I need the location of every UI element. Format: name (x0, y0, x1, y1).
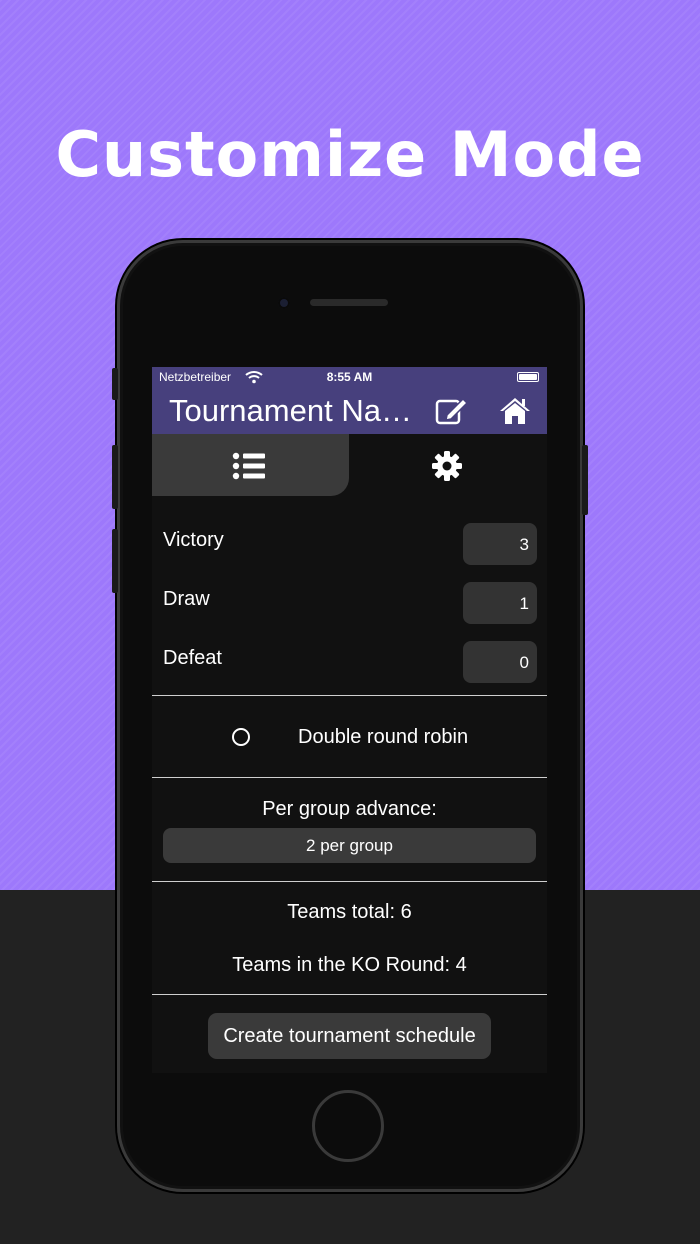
headline: Customize Mode (55, 118, 645, 191)
draw-label: Draw (163, 588, 210, 610)
volume-down-button (112, 529, 118, 593)
list-icon (232, 452, 265, 480)
power-button (582, 445, 588, 515)
clock: 8:55 AM (326, 370, 373, 384)
page-title: Tournament Na… (169, 393, 412, 428)
home-button[interactable] (312, 1090, 384, 1162)
earpiece-speaker (310, 299, 388, 306)
divider (152, 695, 547, 696)
home-icon[interactable] (499, 396, 531, 426)
advance-label: Per group advance: (262, 798, 437, 820)
silent-switch (112, 368, 118, 400)
defeat-points-field[interactable]: 0 (463, 641, 537, 683)
defeat-label: Defeat (163, 647, 222, 669)
front-camera (278, 297, 290, 309)
divider (152, 994, 547, 995)
segmented-tabs (152, 434, 547, 498)
victory-points-field[interactable]: 3 (463, 523, 537, 565)
volume-up-button (112, 445, 118, 509)
teams-ko-text: Teams in the KO Round: 4 (232, 954, 467, 976)
status-bar: Netzbetreiber 8:55 AM (152, 367, 547, 387)
draw-points-field[interactable]: 1 (463, 582, 537, 624)
advance-select[interactable]: 2 per group (163, 828, 536, 863)
tab-list[interactable] (152, 434, 349, 496)
navigation-bar: Tournament Na… (152, 387, 547, 434)
double-round-robin-label: Double round robin (298, 726, 469, 748)
divider (152, 881, 547, 882)
create-schedule-button[interactable]: Create tournament schedule (208, 1013, 491, 1059)
double-round-robin-radio[interactable] (232, 728, 250, 746)
divider (152, 777, 547, 778)
edit-icon[interactable] (435, 396, 469, 426)
teams-total-text: Teams total: 6 (287, 901, 412, 923)
victory-label: Victory (163, 529, 224, 551)
battery-icon (517, 372, 539, 382)
gear-icon[interactable] (432, 451, 462, 481)
app-screen: Netzbetreiber 8:55 AM Tournament Na… Vic… (152, 367, 547, 1073)
